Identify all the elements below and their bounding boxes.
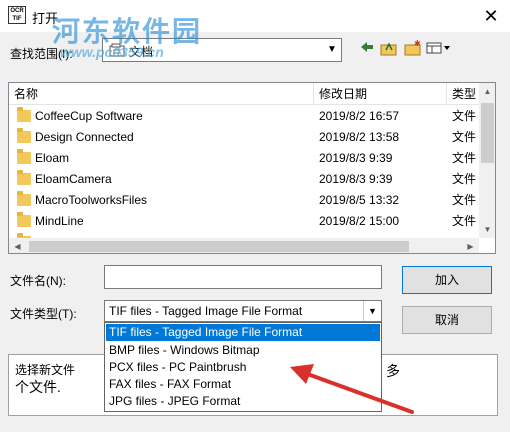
item-date: 2019/8/2 13:58: [319, 130, 400, 144]
item-name: MacroToolworksFiles: [35, 193, 148, 207]
folder-icon: [17, 212, 31, 227]
description-text-line2: 个文件.: [15, 379, 61, 395]
item-name: Design Connected: [35, 130, 134, 144]
item-date: 2019/8/3 9:39: [319, 151, 393, 165]
vertical-scrollbar[interactable]: ▲ ▼: [479, 83, 495, 238]
filetype-label: 文件类型(T):: [10, 307, 77, 321]
list-item[interactable]: EloamCamera 2019/8/3 9:39 文件: [9, 169, 479, 190]
list-item[interactable]: CoffeeCup Software 2019/8/2 16:57 文件: [9, 106, 479, 127]
item-type: 文件: [452, 130, 477, 144]
item-type: 文件: [452, 109, 477, 123]
list-item[interactable]: Eloam 2019/8/3 9:39 文件: [9, 148, 479, 169]
vertical-scroll-thumb[interactable]: [481, 103, 494, 163]
close-button[interactable]: ✕: [474, 2, 508, 30]
filetype-option[interactable]: TIF files - Tagged Image File Format: [106, 324, 380, 341]
back-arrow-icon[interactable]: [356, 40, 378, 60]
description-text: 选择新文件: [15, 363, 76, 377]
folder-icon: [17, 191, 31, 206]
item-date: 2019/8/3 9:39: [319, 172, 393, 186]
new-folder-icon[interactable]: ✱: [402, 39, 424, 60]
scroll-up-icon[interactable]: ▲: [479, 83, 495, 100]
scroll-right-icon[interactable]: ▶: [462, 238, 479, 253]
item-date: 2019/8/2 15:00: [319, 214, 400, 228]
filetype-value: TIF files - Tagged Image File Format: [109, 304, 303, 318]
view-menu-icon[interactable]: [424, 40, 454, 60]
folder-icon: [17, 128, 31, 143]
folder-icon: [17, 170, 31, 185]
item-date: 2019/8/5 13:32: [319, 193, 400, 207]
file-list[interactable]: 名称 修改日期 类型 CoffeeCup Software 2019/8/2 1…: [8, 82, 496, 254]
cancel-button[interactable]: 取消: [402, 306, 492, 334]
filetype-select[interactable]: TIF files - Tagged Image File Format ▼: [104, 300, 382, 322]
item-name: MindLine: [35, 214, 84, 228]
watermark-url: www.pc0359.cn: [60, 44, 164, 60]
column-header-date[interactable]: 修改日期: [314, 83, 447, 105]
item-name: CoffeeCup Software: [35, 109, 143, 123]
open-button[interactable]: 加入: [402, 266, 492, 294]
filename-input[interactable]: [104, 265, 382, 289]
svg-text:✱: ✱: [414, 40, 421, 48]
filename-label: 文件名(N):: [10, 274, 66, 288]
annotation-arrow-icon: [290, 364, 414, 414]
item-type: 文件: [452, 193, 477, 207]
horizontal-scroll-thumb[interactable]: [29, 241, 409, 252]
column-header-name[interactable]: 名称: [9, 83, 314, 105]
list-header: 名称 修改日期 类型: [9, 83, 487, 105]
item-type: 文件: [452, 151, 477, 165]
list-item[interactable]: Design Connected 2019/8/2 13:58 文件: [9, 127, 479, 148]
folder-icon: [17, 107, 31, 122]
list-item[interactable]: MacroToolworksFiles 2019/8/5 13:32 文件: [9, 190, 479, 211]
item-type: 文件: [452, 172, 477, 186]
item-date: 2019/8/2 16:57: [319, 109, 400, 123]
horizontal-scrollbar[interactable]: ◀ ▶: [9, 238, 479, 253]
list-item[interactable]: MindLine 2019/8/2 15:00 文件: [9, 211, 479, 232]
scroll-down-icon[interactable]: ▼: [479, 221, 495, 238]
item-name: Eloam: [35, 151, 70, 165]
up-folder-icon[interactable]: [378, 40, 400, 60]
item-name: EloamCamera: [35, 172, 112, 186]
app-icon: OCR TIF: [8, 6, 26, 24]
item-type: 文件: [452, 214, 477, 228]
chevron-down-icon[interactable]: ▼: [363, 301, 381, 321]
scroll-left-icon[interactable]: ◀: [9, 238, 26, 253]
folder-icon: [17, 149, 31, 164]
chevron-down-icon[interactable]: ▼: [323, 39, 341, 61]
filetype-option[interactable]: BMP files - Windows Bitmap: [106, 342, 380, 359]
